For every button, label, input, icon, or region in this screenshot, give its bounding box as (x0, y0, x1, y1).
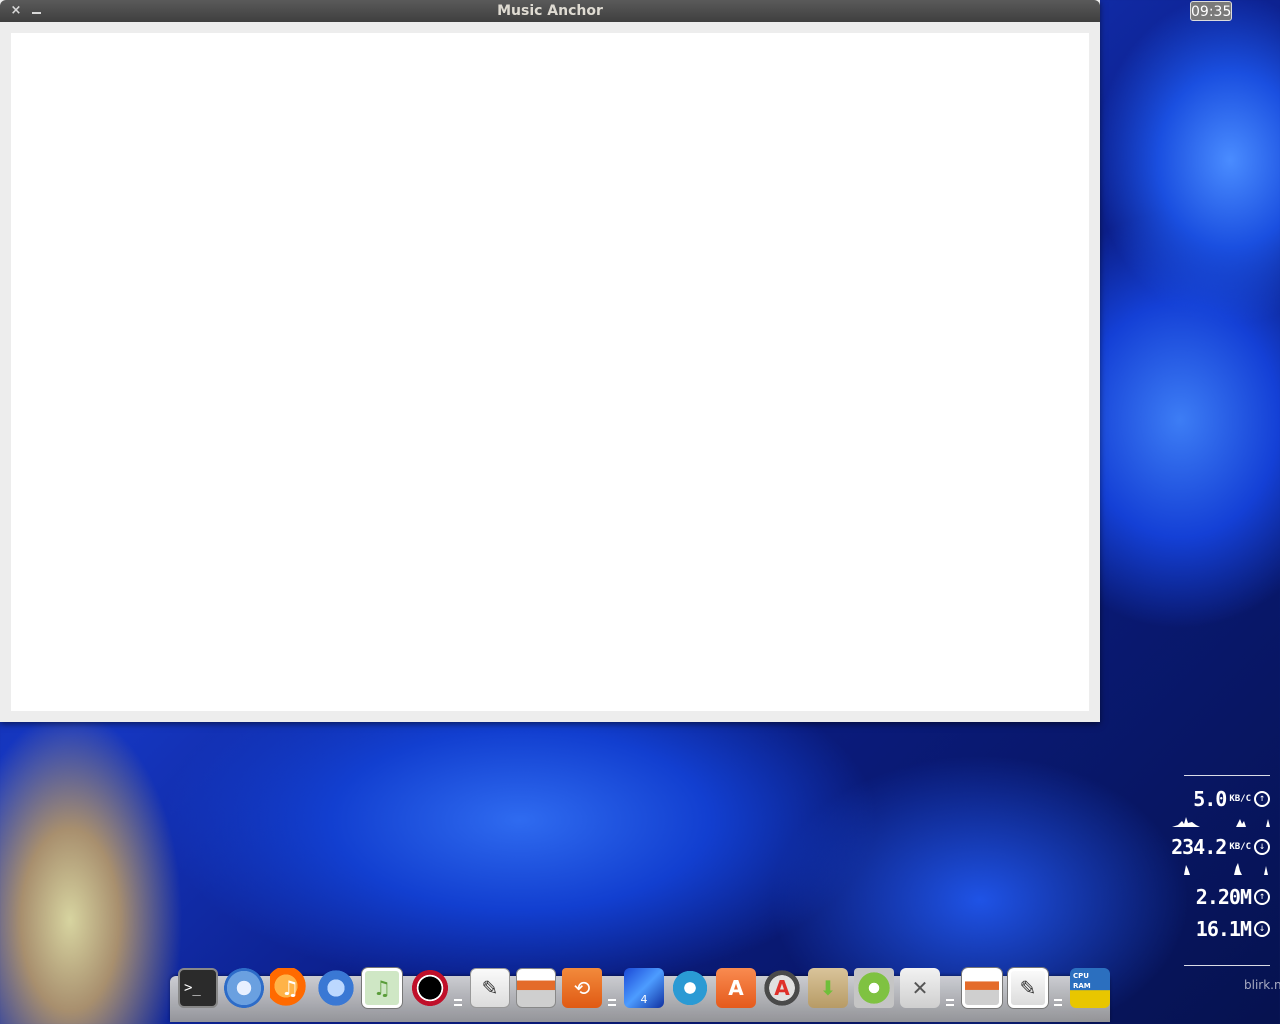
eclipse-icon[interactable] (408, 968, 448, 1008)
workspace-switcher-icon[interactable]: 4 (624, 968, 664, 1008)
thunderbird-icon[interactable] (316, 968, 356, 1008)
dock-separator (454, 976, 464, 1008)
dock-separator (946, 976, 956, 1008)
dock: >_ ♫ ♫ ✎ ⟲ 4 A A ⬇ ✕ ✎ CPU RAM (178, 964, 1116, 1008)
upload-arrow-icon: ↑ (1254, 791, 1270, 807)
tweak-tool-icon[interactable]: ✕ (900, 968, 940, 1008)
shotwell-icon[interactable] (670, 968, 710, 1008)
files-icon[interactable] (516, 968, 556, 1008)
window-title: Music Anchor (497, 3, 603, 19)
widget-divider-bottom (1184, 965, 1270, 966)
files-running-icon[interactable] (962, 968, 1002, 1008)
upload-rate-value: 5.0 (1193, 787, 1227, 811)
ram-label: RAM (1073, 982, 1091, 990)
widget-divider-top (1184, 775, 1270, 776)
download-arrow-icon: ↓ (1254, 839, 1270, 855)
download-rate-row: 234.2 KB/C ↓ (1171, 835, 1270, 859)
upload-rate-row: 5.0 KB/C ↑ (1193, 787, 1270, 811)
system-settings-icon[interactable] (854, 968, 894, 1008)
upload-rate-unit: KB/C (1229, 794, 1251, 804)
terminal-icon[interactable]: >_ (178, 968, 218, 1008)
music-player-icon[interactable]: ♫ (362, 968, 402, 1008)
upload-total-value: 2.20M (1195, 885, 1252, 909)
cpu-label: CPU (1073, 972, 1089, 980)
dock-separator (1054, 976, 1064, 1008)
clock[interactable]: 09:35 (1190, 1, 1232, 21)
upload-total-arrow-icon: ↑ (1254, 889, 1270, 905)
desktop-brand-text: blirk.n (1244, 978, 1280, 992)
archive-manager-icon[interactable]: ⬇ (808, 968, 848, 1008)
upload-sparkline (1172, 817, 1270, 827)
dock-separator (608, 976, 618, 1008)
update-manager-icon[interactable]: A (762, 968, 802, 1008)
download-rate-value: 234.2 (1171, 835, 1227, 859)
music-anchor-window: × Music Anchor (0, 0, 1100, 722)
upload-total-row: 2.20M ↑ (1196, 885, 1270, 909)
download-sparkline (1184, 863, 1268, 875)
download-total-row: 16.1M ↓ (1196, 917, 1270, 941)
download-rate-unit: KB/C (1229, 842, 1251, 852)
text-editor-icon[interactable]: ✎ (470, 968, 510, 1008)
backup-icon[interactable]: ⟲ (562, 968, 602, 1008)
download-total-value: 16.1M (1195, 917, 1252, 941)
software-center-icon[interactable]: A (716, 968, 756, 1008)
window-titlebar[interactable]: × Music Anchor (0, 0, 1100, 22)
network-monitor-widget: 5.0 KB/C ↑ 234.2 KB/C ↓ 2.20M ↑ 16.1M ↓ (1170, 775, 1276, 975)
download-total-arrow-icon: ↓ (1254, 921, 1270, 937)
clementine-icon[interactable]: ♫ (270, 968, 310, 1008)
system-monitor-icon[interactable]: CPU RAM (1070, 968, 1110, 1008)
text-editor-running-icon[interactable]: ✎ (1008, 968, 1048, 1008)
chromium-icon[interactable] (224, 968, 264, 1008)
window-content-area (11, 33, 1089, 711)
